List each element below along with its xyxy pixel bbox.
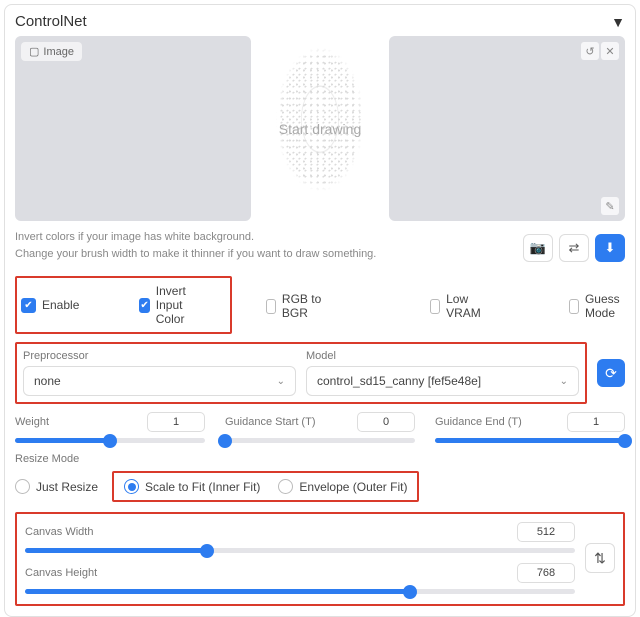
chevron-down-icon: ⌄: [277, 376, 285, 387]
radio-off-icon: [15, 479, 30, 494]
swap-icon: ⇄: [569, 240, 580, 256]
radio-on-icon: [124, 479, 139, 494]
weight-slider-group: Weight 1: [15, 412, 205, 443]
camera-button[interactable]: 📷: [523, 234, 553, 262]
undo-icon[interactable]: ↺: [581, 42, 599, 60]
resize-just-label: Just Resize: [36, 480, 98, 494]
draw-placeholder-text: Start drawing: [279, 121, 361, 137]
hint-text: Invert colors if your image has white ba…: [15, 229, 376, 262]
brush-icon[interactable]: ✎: [601, 197, 619, 215]
checkbox-on-icon: ✔: [139, 298, 149, 313]
close-icon[interactable]: ✕: [601, 42, 619, 60]
rgb-label: RGB to BGR: [282, 292, 322, 320]
output-canvas[interactable]: ↺ ✕ ✎: [389, 36, 625, 221]
weight-slider[interactable]: [15, 438, 205, 443]
invert-checkbox[interactable]: ✔ Invert Input Color: [139, 284, 190, 326]
resize-env-label: Envelope (Outer Fit): [299, 480, 407, 494]
gend-value[interactable]: 1: [567, 412, 625, 432]
canvas-width-label: Canvas Width: [25, 526, 93, 538]
panel-title: ControlNet: [15, 13, 87, 30]
swap-vert-icon: ⇅: [594, 550, 606, 567]
gend-slider-group: Guidance End (T) 1: [435, 412, 625, 443]
hint-line2: Change your brush width to make it thinn…: [15, 246, 376, 263]
camera-icon: 📷: [530, 240, 546, 256]
checkbox-off-icon: [266, 299, 276, 314]
lowvram-checkbox[interactable]: Low VRAM: [430, 292, 486, 320]
swap-io-button[interactable]: ⇄: [559, 234, 589, 262]
resize-mode-group: Resize Mode Just Resize Scale to Fit (In…: [15, 453, 625, 502]
resize-scale-label: Scale to Fit (Inner Fit): [145, 480, 260, 494]
canvas-dims-sliders: Canvas Width 512 Canvas Height 768: [25, 522, 575, 594]
draw-canvas[interactable]: Start drawing: [255, 36, 385, 221]
send-button[interactable]: ⬇: [595, 234, 625, 262]
panel-header[interactable]: ControlNet ▼: [15, 13, 625, 30]
image-chip[interactable]: ▢ Image: [21, 42, 82, 61]
guess-label: Guess Mode: [585, 292, 625, 320]
preprocessor-field: Preprocessor none ⌄: [23, 350, 296, 396]
enable-label: Enable: [42, 298, 79, 312]
hint-row: Invert colors if your image has white ba…: [15, 229, 625, 262]
collapse-caret-icon[interactable]: ▼: [611, 14, 625, 30]
canvas-row: ▢ Image Start drawing ↺ ✕ ✎: [15, 36, 625, 221]
gstart-slider[interactable]: [225, 438, 415, 443]
canvas-width-slider[interactable]: [25, 548, 575, 553]
checkbox-on-icon: ✔: [21, 298, 36, 313]
guess-checkbox[interactable]: Guess Mode: [569, 292, 625, 320]
radio-off-icon: [278, 479, 293, 494]
canvas-height-label: Canvas Height: [25, 567, 97, 579]
primary-checks-highlight: ✔ Enable ✔ Invert Input Color: [15, 276, 232, 334]
chevron-down-icon: ⌄: [560, 376, 568, 387]
gend-label: Guidance End (T): [435, 416, 522, 428]
canvas-top-controls: ↺ ✕: [581, 42, 619, 60]
model-selectors-highlight: Preprocessor none ⌄ Model control_sd15_c…: [15, 342, 587, 404]
image-chip-label: Image: [43, 46, 74, 58]
hint-line1: Invert colors if your image has white ba…: [15, 229, 376, 246]
resize-highlight: Scale to Fit (Inner Fit) Envelope (Outer…: [112, 471, 419, 502]
model-value: control_sd15_canny [fef5e48e]: [317, 374, 481, 388]
gstart-label: Guidance Start (T): [225, 416, 315, 428]
preprocessor-select[interactable]: none ⌄: [23, 366, 296, 396]
guidance-sliders: Weight 1 Guidance Start (T) 0 Guidance End…: [15, 412, 625, 443]
canvas-height-slider[interactable]: [25, 589, 575, 594]
canvas-height-group: Canvas Height 768: [25, 563, 575, 594]
send-icon: ⬇: [605, 240, 616, 256]
input-canvas[interactable]: ▢ Image: [15, 36, 251, 221]
canvas-height-value[interactable]: 768: [517, 563, 575, 583]
model-select[interactable]: control_sd15_canny [fef5e48e] ⌄: [306, 366, 579, 396]
canvas-width-group: Canvas Width 512: [25, 522, 575, 553]
resize-env-radio[interactable]: Envelope (Outer Fit): [278, 479, 407, 494]
resize-label: Resize Mode: [15, 453, 625, 465]
model-selectors-wrap: Preprocessor none ⌄ Model control_sd15_c…: [15, 342, 587, 404]
image-icon: ▢: [29, 45, 39, 58]
controlnet-panel: ControlNet ▼ ▢ Image Start drawing ↺ ✕ ✎…: [4, 4, 636, 617]
swap-dims-button[interactable]: ⇅: [585, 543, 615, 573]
resize-just-radio[interactable]: Just Resize: [15, 479, 98, 494]
gstart-value[interactable]: 0: [357, 412, 415, 432]
weight-value[interactable]: 1: [147, 412, 205, 432]
lowvram-label: Low VRAM: [446, 292, 485, 320]
checkbox-off-icon: [569, 299, 579, 314]
invert-label: Invert Input Color: [156, 284, 191, 326]
preprocessor-label: Preprocessor: [23, 350, 296, 362]
action-buttons: 📷 ⇄ ⬇: [523, 234, 625, 262]
canvas-width-value[interactable]: 512: [517, 522, 575, 542]
canvas-bottom-controls: ✎: [601, 197, 619, 215]
canvas-dims-highlight: Canvas Width 512 Canvas Height 768 ⇅: [15, 512, 625, 606]
model-label: Model: [306, 350, 579, 362]
resize-scale-radio[interactable]: Scale to Fit (Inner Fit): [124, 479, 260, 494]
model-field: Model control_sd15_canny [fef5e48e] ⌄: [306, 350, 579, 396]
enable-checkbox[interactable]: ✔ Enable: [21, 298, 79, 313]
refresh-models-button[interactable]: ⟳: [597, 359, 625, 387]
weight-label: Weight: [15, 416, 49, 428]
refresh-icon: ⟳: [605, 365, 617, 382]
rgb-checkbox[interactable]: RGB to BGR: [266, 292, 321, 320]
gend-slider[interactable]: [435, 438, 625, 443]
checkbox-off-icon: [430, 299, 440, 314]
preprocessor-value: none: [34, 374, 61, 388]
gstart-slider-group: Guidance Start (T) 0: [225, 412, 415, 443]
